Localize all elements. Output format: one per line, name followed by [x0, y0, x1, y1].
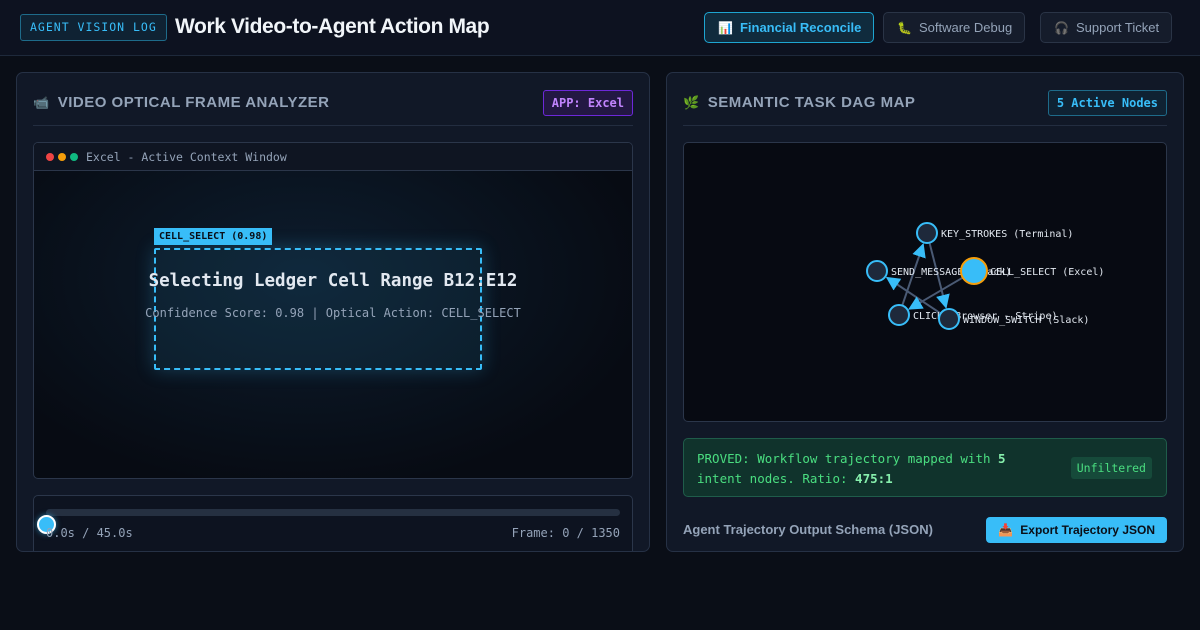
close-dot-icon	[46, 153, 54, 161]
dag-graph-canvas[interactable]: KEY_STROKES (Terminal) SEND_MESSAGE (Slac…	[683, 142, 1167, 422]
proof-text: PROVED: Workflow trajectory mapped with …	[697, 451, 1006, 486]
page-title: Work Video-to-Agent Action Map	[175, 15, 490, 38]
tab-financial-reconcile[interactable]: 📊 Financial Reconcile	[704, 12, 875, 43]
panel-header: 📹 VIDEO OPTICAL FRAME ANALYZER APP: Excel	[33, 73, 633, 126]
ratio-value: 475:1	[855, 471, 893, 486]
schema-label: Agent Trajectory Output Schema (JSON)	[683, 522, 933, 537]
frame-readout: Frame: 0 / 1350	[511, 526, 620, 540]
panel-title: 🌿 SEMANTIC TASK DAG MAP	[683, 94, 915, 111]
dag-node-window[interactable]	[938, 308, 960, 330]
dag-graph-svg: KEY_STROKES (Terminal)SEND_MESSAGE (Slac…	[866, 222, 1104, 330]
panel-header: 🌿 SEMANTIC TASK DAG MAP 5 Active Nodes	[683, 73, 1167, 126]
panel-title: 📹 VIDEO OPTICAL FRAME ANALYZER	[33, 94, 330, 111]
video-camera-icon: 📹	[33, 95, 50, 110]
app-tag: APP: Excel	[542, 90, 633, 116]
headphones-icon: 🎧	[1054, 21, 1069, 35]
dag-node-label-key: KEY_STROKES (Terminal)	[941, 229, 1073, 240]
dag-node-label-window: WINDOW_SWITCH (Slack)	[963, 315, 1089, 326]
minimize-dot-icon	[58, 153, 66, 161]
detected-action-text: Selecting Ledger Cell Range B12:E12	[148, 271, 518, 291]
dag-node-send[interactable]	[866, 260, 888, 282]
detection-label: CELL_SELECT (0.98)	[154, 228, 273, 245]
tab-label: Support Ticket	[1075, 20, 1160, 35]
export-trajectory-button[interactable]: 📥 Export Trajectory JSON	[986, 517, 1167, 543]
timeline-track[interactable]	[37, 509, 620, 534]
dag-node-label-cell: CELL_SELECT (Excel)	[990, 267, 1104, 278]
active-nodes-tag: 5 Active Nodes	[1047, 90, 1167, 116]
export-button-label: Export Trajectory JSON	[1020, 523, 1155, 537]
top-header: AGENT VISION LOG Work Video-to-Agent Act…	[0, 0, 1200, 56]
tab-label: Financial Reconcile	[739, 20, 862, 35]
maximize-dot-icon	[70, 153, 78, 161]
tab-software-debug[interactable]: 🐛 Software Debug	[883, 12, 1026, 43]
node-count: 5	[998, 451, 1006, 466]
bar-chart-icon: 📊	[718, 21, 733, 35]
brand-badge: AGENT VISION LOG	[20, 14, 167, 41]
window-title: Excel - Active Context Window	[86, 150, 287, 164]
dag-node-cell[interactable]	[960, 257, 988, 285]
panel-title-text: VIDEO OPTICAL FRAME ANALYZER	[57, 94, 330, 111]
leaf-icon: 🌿	[683, 95, 700, 110]
tab-label: Software Debug	[918, 20, 1013, 35]
detection-detail-text: Confidence Score: 0.98 | Optical Action:…	[145, 306, 521, 320]
tab-support-ticket[interactable]: 🎧 Support Ticket	[1040, 12, 1173, 43]
video-frame: Excel - Active Context Window CELL_SELEC…	[33, 142, 633, 479]
video-timeline: 0.0s / 45.0s Frame: 0 / 1350	[33, 495, 633, 551]
bug-icon: 🐛	[897, 21, 912, 35]
download-tray-icon: 📥	[998, 523, 1014, 537]
video-analyzer-panel: 📹 VIDEO OPTICAL FRAME ANALYZER APP: Excel…	[16, 72, 650, 552]
dag-edge-cell-click	[908, 275, 966, 310]
panel-title-text: SEMANTIC TASK DAG MAP	[707, 94, 916, 111]
time-readout: 0.0s / 45.0s	[46, 526, 133, 540]
dag-node-key[interactable]	[916, 222, 938, 244]
task-dag-panel: 🌿 SEMANTIC TASK DAG MAP 5 Active Nodes KE…	[666, 72, 1184, 552]
window-title-bar: Excel - Active Context Window	[34, 143, 632, 171]
proof-banner: PROVED: Workflow trajectory mapped with …	[683, 438, 1167, 497]
unfiltered-badge: Unfiltered	[1070, 457, 1152, 479]
dag-node-click[interactable]	[888, 304, 910, 326]
